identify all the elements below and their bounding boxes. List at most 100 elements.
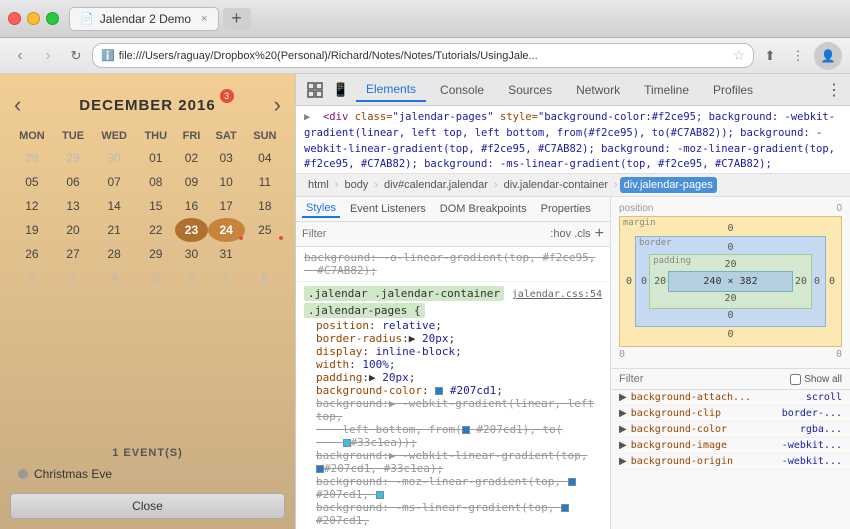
calendar-day[interactable]: 06 [54,170,92,194]
calendar-day[interactable]: 17 [208,194,245,218]
rule-prop-bg-webkit: background:▶ -webkit-gradient(linear, le… [304,397,602,449]
calendar-day[interactable]: 08 [136,170,175,194]
bc-sep4: › [614,179,618,191]
bc-container[interactable]: div.jalendar-container [500,177,612,193]
inspector-icon[interactable] [304,79,326,101]
calendar-day[interactable]: 02 [175,146,207,170]
calendar-day[interactable]: 8 [245,266,285,290]
rule-prop-display: display: inline-block; [304,345,602,358]
devtools-tab-profiles[interactable]: Profiles [703,79,763,101]
calendar-day[interactable]: 16 [175,194,207,218]
calendar-day[interactable]: 30 [92,146,136,170]
show-all-label[interactable]: Show all [790,374,842,385]
calendar-day[interactable]: 30 [175,242,207,266]
calendar-day[interactable]: 28 [10,146,54,170]
prop-name-0: background-attach... [631,392,802,403]
calendar-day[interactable]: 18 [245,194,285,218]
prop-name-3: background-image [631,440,778,451]
calendar-day[interactable]: 23 [175,218,207,242]
calendar-day[interactable]: 10 [208,170,245,194]
calendar-day[interactable]: 29 [54,146,92,170]
calendar-day[interactable]: 7 [208,266,245,290]
bc-calendar[interactable]: div#calendar.jalendar [380,177,492,193]
close-button[interactable]: Close [10,493,285,519]
calendar-day[interactable]: 26 [10,242,54,266]
calendar-day[interactable]: 6 [175,266,207,290]
close-control[interactable] [8,12,21,25]
rule-origin[interactable]: jalendar.css:54 [512,289,602,300]
browser-tab[interactable]: 📄 Jalendar 2 Demo × [69,7,219,31]
styles-tab-dom[interactable]: DOM Breakpoints [436,201,531,217]
devtools-tab-elements[interactable]: Elements [356,78,426,102]
devtools-tab-console[interactable]: Console [430,79,494,101]
calendar-day[interactable]: 09 [175,170,207,194]
devtools-tab-network[interactable]: Network [566,79,630,101]
calendar-day[interactable]: 27 [54,242,92,266]
calendar-day[interactable]: 07 [92,170,136,194]
calendar-day[interactable]: 13 [54,194,92,218]
calendar-day[interactable]: 19 [10,218,54,242]
next-month-button[interactable]: › [274,92,281,118]
computed-filter-input[interactable] [619,373,784,385]
bookmark-icon[interactable]: ☆ [732,47,745,64]
mobile-icon[interactable]: 📱 [330,79,352,101]
styles-tab-props[interactable]: Properties [537,201,595,217]
styles-tab-styles[interactable]: Styles [302,200,340,218]
share-button[interactable]: ⬆ [758,44,782,68]
url-bar[interactable]: ℹ️ file:///Users/raguay/Dropbox%20(Perso… [92,43,754,68]
calendar-day[interactable]: 21 [92,218,136,242]
forward-button[interactable]: › [36,44,60,68]
styles-tab-events[interactable]: Event Listeners [346,201,430,217]
bc-body[interactable]: body [340,177,372,193]
devtools-more-icon[interactable]: ⋮ [826,80,842,100]
prop-expand-icon-4[interactable]: ▶ [619,456,627,467]
calendar-day[interactable]: 3 [54,266,92,290]
prop-expand-icon-2[interactable]: ▶ [619,424,627,435]
calendar-day[interactable]: 2 [10,266,54,290]
minimize-control[interactable] [27,12,40,25]
calendar-day[interactable]: 05 [10,170,54,194]
calendar-day[interactable]: 04 [245,146,285,170]
show-all-checkbox[interactable] [790,374,801,385]
rule-prop-bg-moz: background: -moz-linear-gradient(top, #2… [304,475,602,501]
back-button[interactable]: ‹ [8,44,32,68]
zero-right: 0 [836,349,842,360]
calendar-title-wrapper: DECEMBER 2016 3 [79,97,215,114]
rule-prop-position: position: relative; [304,319,602,332]
calendar-day[interactable]: 15 [136,194,175,218]
menu-button[interactable]: ⋮ [786,44,810,68]
calendar-day[interactable]: 24 [208,218,245,242]
calendar-day[interactable]: 11 [245,170,285,194]
calendar-day[interactable]: 31 [208,242,245,266]
devtools-tab-sources[interactable]: Sources [498,79,562,101]
add-rule-icon[interactable]: + [595,225,604,243]
new-tab-button[interactable]: + [223,8,251,30]
devtools-tab-timeline[interactable]: Timeline [634,79,699,101]
calendar-day[interactable]: 01 [136,146,175,170]
bc-html[interactable]: html [304,177,333,193]
reload-button[interactable]: ↻ [64,44,88,68]
bc-pages[interactable]: div.jalendar-pages [620,177,717,193]
calendar-day[interactable]: 28 [92,242,136,266]
position-value: 0 [836,203,842,214]
profile-button[interactable]: 👤 [814,42,842,70]
styles-filter-input[interactable] [302,228,546,240]
source-arrow[interactable]: ▶ [304,111,310,123]
prev-month-button[interactable]: ‹ [14,92,21,118]
calendar-day[interactable]: 14 [92,194,136,218]
calendar-day[interactable]: 25 [245,218,285,242]
tab-close-icon[interactable]: × [201,13,207,25]
maximize-control[interactable] [46,12,59,25]
calendar-day[interactable]: 4 [92,266,136,290]
prop-expand-icon[interactable]: ▶ [619,392,627,403]
prop-expand-icon-1[interactable]: ▶ [619,408,627,419]
calendar-day[interactable]: 12 [10,194,54,218]
calendar-day[interactable]: 20 [54,218,92,242]
calendar-day[interactable] [245,242,285,266]
prop-name-1: background-clip [631,408,778,419]
calendar-day[interactable]: 03 [208,146,245,170]
calendar-day[interactable]: 29 [136,242,175,266]
calendar-day[interactable]: 5 [136,266,175,290]
prop-expand-icon-3[interactable]: ▶ [619,440,627,451]
calendar-day[interactable]: 22 [136,218,175,242]
